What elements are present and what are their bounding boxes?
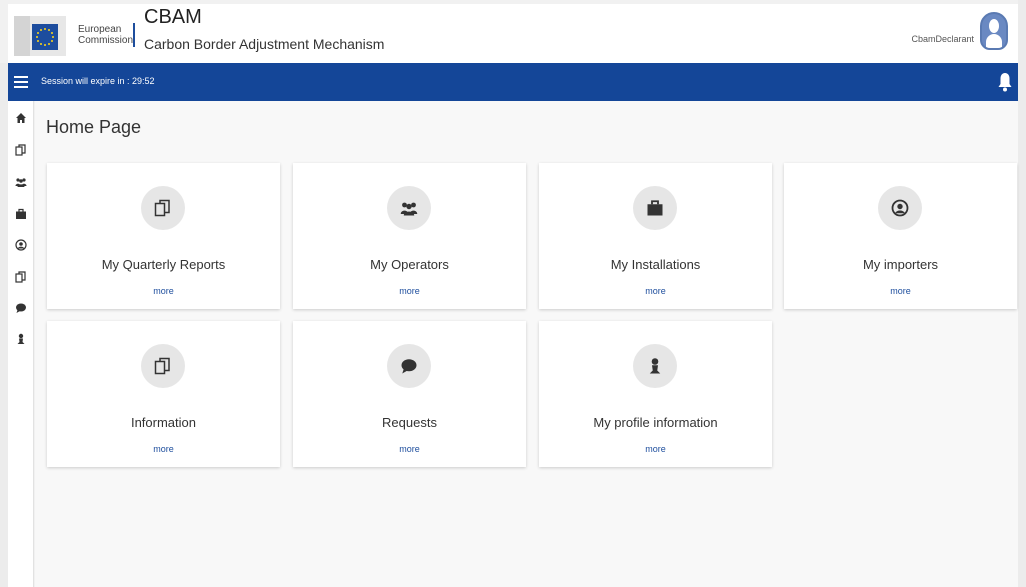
- app-frame: European Commission CBAM Carbon Border A…: [0, 0, 1026, 587]
- account-icon: [15, 239, 27, 251]
- app-subtitle: Carbon Border Adjustment Mechanism: [144, 36, 385, 52]
- org-line-1: European: [78, 24, 122, 35]
- chat-icon: [401, 359, 417, 374]
- card-label: Information: [130, 415, 197, 430]
- card-icon-circle: [633, 186, 677, 230]
- briefcase-icon: [16, 208, 26, 219]
- app-header: European Commission CBAM Carbon Border A…: [8, 4, 1018, 63]
- organization-name: European Commission: [78, 24, 133, 46]
- sidebar-item-importers[interactable]: [12, 236, 30, 254]
- brand-divider: [133, 23, 135, 47]
- information-icon: [15, 271, 26, 283]
- card-information[interactable]: Information more: [47, 321, 280, 467]
- sidebar-item-requests[interactable]: [12, 299, 30, 317]
- information-icon: [154, 357, 170, 375]
- card-icon-circle: [387, 186, 431, 230]
- chat-icon: [16, 303, 26, 313]
- card-icon-circle: [387, 344, 431, 388]
- sidebar-item-operators[interactable]: [12, 173, 30, 191]
- app-title: CBAM: [144, 6, 202, 28]
- more-link[interactable]: more: [47, 444, 280, 454]
- user-icon: [17, 333, 25, 344]
- card-icon-circle: [878, 186, 922, 230]
- card-label: My profile information: [593, 415, 718, 430]
- card-label: My importers: [862, 257, 939, 272]
- main-content: Home Page My Quarterly Reports more My O…: [35, 101, 1018, 587]
- operators-icon: [400, 202, 418, 216]
- sidebar-item-information[interactable]: [12, 268, 30, 286]
- hamburger-menu-icon[interactable]: [14, 76, 28, 88]
- card-my-installations[interactable]: My Installations more: [539, 163, 772, 309]
- card-my-profile-information[interactable]: My profile information more: [539, 321, 772, 467]
- operators-icon: [15, 178, 27, 187]
- session-timer: Session will expire in : 29:52: [41, 76, 155, 86]
- eu-flag-icon: [32, 24, 58, 50]
- reports-icon: [15, 144, 26, 156]
- card-my-quarterly-reports[interactable]: My Quarterly Reports more: [47, 163, 280, 309]
- more-link[interactable]: more: [293, 444, 526, 454]
- right-edge: [1018, 0, 1026, 587]
- sidebar-item-profile[interactable]: [12, 330, 30, 348]
- card-my-operators[interactable]: My Operators more: [293, 163, 526, 309]
- notification-bell-icon[interactable]: [998, 72, 1012, 92]
- card-label: Requests: [382, 415, 437, 430]
- user-icon: [649, 358, 661, 374]
- more-link[interactable]: more: [47, 286, 280, 296]
- more-link[interactable]: more: [293, 286, 526, 296]
- card-icon-circle: [141, 186, 185, 230]
- card-my-importers[interactable]: My importers more: [784, 163, 1017, 309]
- session-bar: Session will expire in : 29:52: [8, 63, 1018, 101]
- avatar-body: [986, 34, 1002, 48]
- avatar[interactable]: [980, 12, 1008, 50]
- account-icon: [891, 199, 909, 217]
- avatar-head: [989, 19, 999, 33]
- card-icon-circle: [633, 344, 677, 388]
- home-icon: [16, 113, 26, 123]
- left-edge: [0, 63, 8, 587]
- sidebar: [8, 101, 34, 587]
- card-icon-circle: [141, 344, 185, 388]
- org-line-2: Commission: [78, 35, 134, 46]
- card-label: My Quarterly Reports: [101, 257, 226, 272]
- more-link[interactable]: more: [539, 286, 772, 296]
- reports-icon: [154, 199, 170, 217]
- user-name[interactable]: CbamDeclarant: [911, 34, 974, 44]
- page-title: Home Page: [46, 117, 142, 137]
- more-link[interactable]: more: [784, 286, 1017, 296]
- card-label: My Installations: [610, 257, 701, 272]
- card-label: My Operators: [370, 257, 449, 272]
- logo-shade: [14, 16, 30, 56]
- sidebar-item-installations[interactable]: [12, 205, 30, 223]
- card-requests[interactable]: Requests more: [293, 321, 526, 467]
- briefcase-icon: [647, 200, 663, 216]
- european-commission-logo[interactable]: [14, 16, 66, 56]
- more-link[interactable]: more: [539, 444, 772, 454]
- sidebar-item-home[interactable]: [12, 109, 30, 127]
- sidebar-item-reports[interactable]: [12, 141, 30, 159]
